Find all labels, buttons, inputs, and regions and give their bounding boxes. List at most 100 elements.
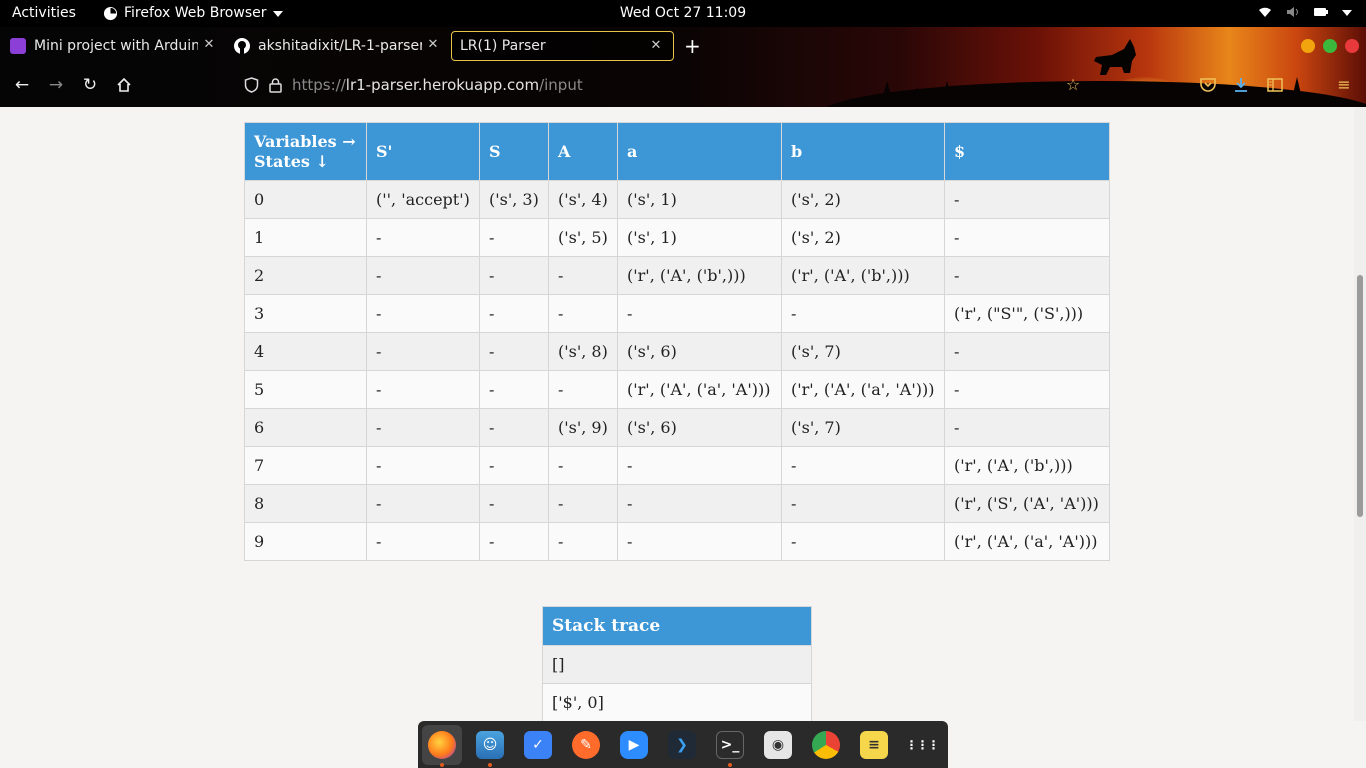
activities-button[interactable]: Activities: [12, 5, 76, 21]
parse-table: Variables → States ↓ S' S A a b $ 0 ('', '…: [244, 122, 1110, 561]
close-tab-icon[interactable]: ✕: [649, 39, 663, 53]
theme-tree: [910, 87, 924, 107]
theme-tree: [1290, 77, 1304, 107]
action-cell: -: [479, 484, 549, 523]
table-row: ['$', 0]: [542, 683, 812, 721]
firefox-icon: [428, 730, 456, 759]
state-cell: 1: [244, 218, 367, 257]
dock-item-terminal[interactable]: >_: [710, 725, 750, 767]
app-grid-icon: ⋮⋮⋮: [905, 737, 940, 752]
table-row: 4- - ('s', 8) ('s', 6) ('s', 7) -: [244, 332, 1110, 371]
dock-item-tasks[interactable]: ✓: [518, 725, 558, 765]
chevron-down-icon: [272, 11, 283, 17]
close-tab-icon[interactable]: ✕: [426, 38, 440, 52]
dock-item-files[interactable]: ☺: [470, 725, 510, 767]
bookmark-star-icon[interactable]: ☆: [1062, 74, 1084, 96]
action-cell: ('s', 6): [617, 332, 782, 371]
dock-item-app-grid[interactable]: ⋮⋮⋮: [902, 725, 942, 765]
chevron-down-icon: [1342, 10, 1352, 16]
minimize-button[interactable]: [1301, 39, 1315, 53]
header-col: A: [548, 122, 618, 181]
header-col: $: [944, 122, 1110, 181]
tab-title: Mini project with Arduino: [34, 38, 198, 54]
shield-icon[interactable]: [244, 77, 259, 93]
maximize-button[interactable]: [1323, 39, 1337, 53]
action-cell: -: [617, 294, 782, 333]
action-cell: -: [617, 522, 782, 561]
state-cell: 4: [244, 332, 367, 371]
new-tab-button[interactable]: +: [684, 36, 701, 56]
parse-table-body: 0 ('', 'accept') ('s', 3) ('s', 4) ('s', 1)(…: [244, 180, 1110, 561]
lock-icon[interactable]: [269, 77, 282, 93]
header-col: b: [781, 122, 945, 181]
classroom-icon: [10, 38, 26, 54]
forward-button[interactable]: →: [45, 74, 67, 96]
table-row: 2- - - ('r', ('A', ('b',))) ('r', ('A', ('b'…: [244, 256, 1110, 295]
home-button[interactable]: [113, 74, 135, 96]
zoom-icon: ▶: [620, 730, 648, 759]
tasks-icon: ✓: [524, 730, 552, 759]
action-cell: ('r', ('A', ('a', 'A'))): [617, 370, 782, 409]
action-cell: -: [944, 370, 1110, 409]
action-cell: -: [944, 256, 1110, 295]
action-cell: -: [366, 370, 480, 409]
action-cell: -: [366, 218, 480, 257]
url-scheme: https://: [292, 76, 346, 94]
dock-item-camera[interactable]: ◉: [758, 725, 798, 765]
action-cell: ('s', 6): [617, 408, 782, 447]
scrollbar-thumb[interactable]: [1357, 275, 1363, 517]
action-cell: ('r', ('A', ('b',))): [944, 446, 1110, 485]
action-cell: -: [479, 332, 549, 371]
sidebar-icon[interactable]: [1264, 74, 1286, 96]
table-row: []: [542, 645, 812, 684]
action-cell: -: [781, 484, 945, 523]
dock-item-firefox[interactable]: [422, 724, 462, 767]
dock-item-vscode[interactable]: ❯: [662, 725, 702, 765]
dock-item-chrome[interactable]: [806, 725, 846, 765]
action-cell: -: [479, 256, 549, 295]
action-cell: ('s', 2): [781, 180, 945, 219]
github-icon: [234, 38, 250, 54]
tab-github[interactable]: akshitadixit/LR-1-parser: T ✕: [234, 32, 440, 60]
url-bar[interactable]: https://lr1-parser.herokuapp.com/input: [244, 71, 804, 99]
state-cell: 7: [244, 446, 367, 485]
paint-icon: ✎: [572, 730, 600, 759]
menu-icon[interactable]: ≡: [1333, 74, 1355, 96]
back-button[interactable]: ←: [11, 74, 33, 96]
dock-item-paint[interactable]: ✎: [566, 725, 606, 765]
app-menu[interactable]: Firefox Web Browser: [103, 5, 283, 21]
dock-item-zoom[interactable]: ▶: [614, 725, 654, 765]
firefox-app-icon: [103, 6, 118, 20]
tab-mini-project[interactable]: Mini project with Arduino ✕: [10, 32, 216, 60]
running-indicator: [728, 762, 732, 767]
browser-toolbar: Mini project with Arduino ✕ akshitadixit…: [0, 27, 1366, 107]
reload-button[interactable]: ↻: [79, 74, 101, 96]
table-row: 9- - - - - ('r', ('A', ('a', 'A'))): [244, 522, 1110, 561]
app-menu-label: Firefox Web Browser: [124, 5, 267, 21]
action-cell: -: [617, 446, 782, 485]
dock-item-notes[interactable]: ≡: [854, 725, 894, 765]
system-top-bar: Activities Firefox Web Browser Wed Oct 2…: [0, 0, 1366, 27]
action-cell: -: [944, 180, 1110, 219]
tab-lr1-parser[interactable]: LR(1) Parser ✕: [451, 31, 674, 61]
pocket-icon[interactable]: [1197, 74, 1219, 96]
clock[interactable]: Wed Oct 27 11:09: [620, 5, 746, 21]
action-cell: -: [366, 408, 480, 447]
downloads-icon[interactable]: [1230, 74, 1252, 96]
state-cell: 6: [244, 408, 367, 447]
stack-trace-table: Stack trace [] ['$', 0]: [542, 606, 812, 721]
action-cell: ('s', 9): [548, 408, 618, 447]
header-col: a: [617, 122, 782, 181]
action-cell: ('s', 7): [781, 408, 945, 447]
theme-tree: [1005, 89, 1019, 107]
action-cell: -: [548, 294, 618, 333]
action-cell: -: [548, 446, 618, 485]
close-tab-icon[interactable]: ✕: [202, 38, 216, 52]
stack-trace-body: [] ['$', 0]: [542, 645, 812, 721]
header-col: S': [366, 122, 480, 181]
action-cell: ('s', 1): [617, 180, 782, 219]
system-menu[interactable]: [1258, 6, 1352, 18]
scrollbar[interactable]: [1354, 107, 1366, 721]
action-cell: ('s', 5): [548, 218, 618, 257]
close-window-button[interactable]: [1345, 39, 1359, 53]
